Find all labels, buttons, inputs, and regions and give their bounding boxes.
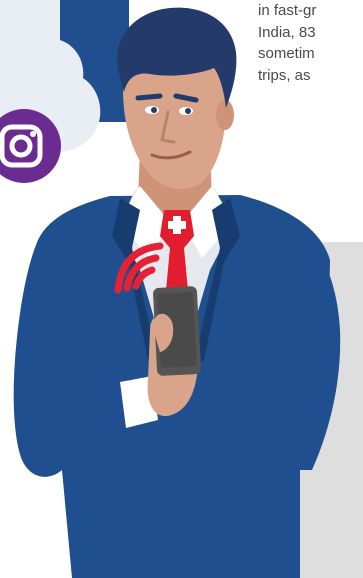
text-line: trips, as xyxy=(258,66,311,84)
eyebrow-left xyxy=(135,93,163,101)
businessman-illustration xyxy=(0,0,363,578)
article-text: in fast-gr India, 83 sometim trips, as xyxy=(258,0,363,86)
illustration-stage: in fast-gr India, 83 sometim trips, as xyxy=(0,0,363,578)
text-line: in fast-gr xyxy=(258,2,317,19)
text-line: India, 83 xyxy=(258,23,316,41)
ear xyxy=(216,100,234,130)
text-line: sometim xyxy=(258,45,315,62)
